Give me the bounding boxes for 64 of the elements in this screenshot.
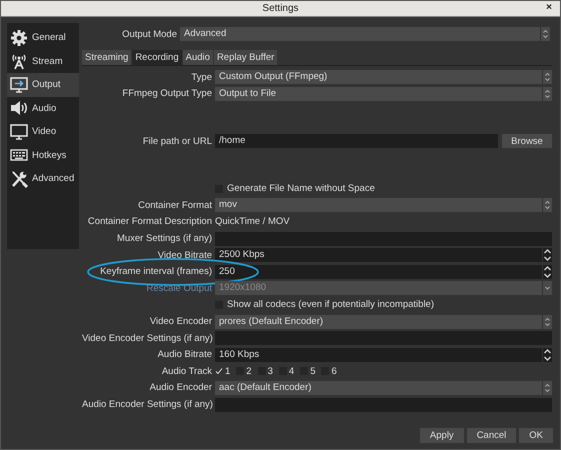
combo-box[interactable]: Custom Output (FFmpeg): [215, 70, 542, 84]
dialog-button[interactable]: Apply: [420, 428, 464, 443]
checkbox[interactable]: [215, 367, 223, 376]
monitor-arrow-icon: [10, 76, 28, 94]
tab[interactable]: Replay Buffer: [214, 50, 278, 65]
spin-box[interactable]: 160 Kbps: [215, 348, 542, 362]
sidebar-item[interactable]: Audio: [7, 96, 79, 120]
field-label: Audio Encoder: [148, 382, 212, 394]
tab[interactable]: Recording: [132, 50, 182, 65]
sidebar-item[interactable]: Hotkeys: [7, 144, 79, 167]
tab[interactable]: Audio: [182, 50, 213, 65]
up-down-arrows-icon: [541, 27, 550, 41]
combo-box[interactable]: Output to File: [215, 86, 542, 101]
field-value: QuickTime / MOV: [215, 216, 290, 228]
field-label: Keyframe interval (frames): [99, 266, 212, 278]
field-label: Muxer Settings (if any): [116, 233, 212, 244]
dialog-button[interactable]: OK: [519, 428, 553, 443]
checkbox-label: 6: [331, 366, 337, 377]
antenna-icon: [10, 52, 28, 70]
window-title: Settings: [262, 3, 299, 14]
checkbox-label: 4: [288, 366, 294, 377]
field-label: Video Bitrate: [156, 250, 212, 261]
combo-box[interactable]: aac (Default Encoder): [215, 380, 542, 395]
checkbox-label: 5: [310, 366, 316, 377]
field-label: File path or URL: [142, 136, 212, 147]
combo-box[interactable]: Advanced: [180, 27, 540, 41]
spin-box[interactable]: 2500 Kbps: [215, 248, 542, 262]
text-field[interactable]: /home: [215, 134, 498, 148]
sidebar-item[interactable]: Stream: [7, 50, 79, 73]
combo-box[interactable]: prores (Default Encoder): [215, 314, 542, 329]
sidebar-item[interactable]: Advanced: [7, 167, 79, 190]
close-button[interactable]: ×: [544, 2, 554, 13]
field-label: Audio Track: [160, 366, 212, 377]
checkbox-label: 2: [246, 366, 252, 377]
checkbox-label: 1: [225, 366, 230, 377]
field-label: Output Mode: [121, 28, 177, 40]
field-label: Audio Encoder Settings (if any): [82, 399, 212, 410]
field-label: FFmpeg Output Type: [121, 88, 212, 100]
monitor-icon: [10, 122, 28, 141]
field-label: Type: [190, 72, 212, 82]
sidebar-item[interactable]: Video: [7, 120, 79, 144]
spin-box[interactable]: 250: [215, 264, 542, 279]
field-label: Video Encoder: [148, 316, 212, 328]
tools-icon: [10, 170, 28, 188]
field-label: Container Format: [137, 200, 212, 211]
gear-icon: [10, 28, 28, 47]
up-down-arrows-icon: [543, 70, 552, 84]
browse-button[interactable]: Browse: [502, 134, 552, 148]
combo-box[interactable]: mov: [215, 198, 542, 212]
field-label: Rescale Output: [146, 282, 212, 294]
field-label: Audio Bitrate: [156, 349, 212, 360]
checkbox-label: Show all codecs (even if potentially incompatible): [227, 299, 434, 310]
checkbox-label: 3: [268, 366, 273, 377]
sidebar-item[interactable]: General: [7, 26, 79, 50]
field-label: Container Format Description: [86, 216, 212, 228]
dialog-button[interactable]: Cancel: [466, 428, 516, 443]
spinner-arrows-icon: [543, 348, 552, 362]
speaker-icon: [10, 99, 28, 118]
spinner-arrows-icon: [543, 248, 552, 262]
field-label: Video Encoder Settings (if any): [82, 332, 212, 344]
spinner-arrows-icon: [543, 264, 552, 279]
tab[interactable]: Streaming: [82, 50, 132, 65]
sidebar-item[interactable]: Output: [7, 73, 79, 96]
checkbox-label: Generate File Name without Space: [227, 183, 375, 194]
